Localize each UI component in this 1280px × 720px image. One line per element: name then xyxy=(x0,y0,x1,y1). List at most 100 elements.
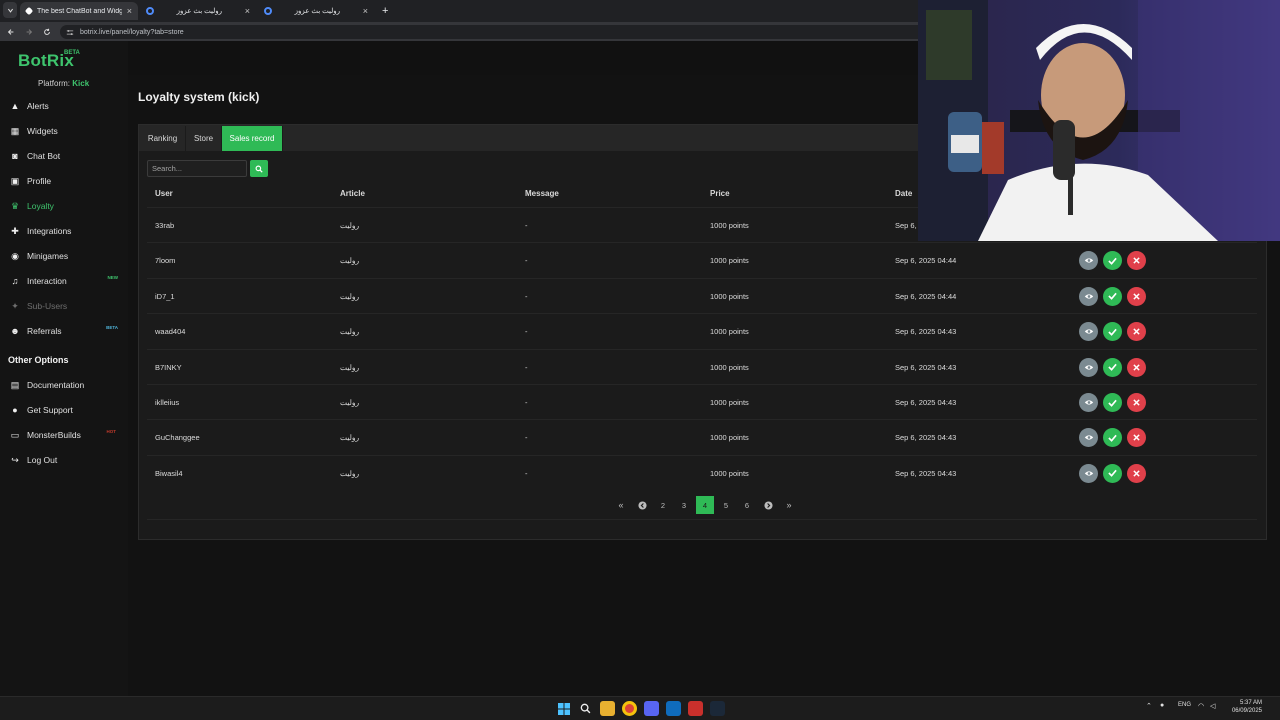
search-input[interactable] xyxy=(147,160,247,177)
sidebar-item-monsterbuilds[interactable]: ▭ MonsterBuilds HOT xyxy=(0,425,128,445)
row-actions xyxy=(1079,251,1146,271)
red-app-icon[interactable] xyxy=(688,701,703,716)
sidebar-item-label: Alerts xyxy=(27,101,49,111)
reject-button[interactable] xyxy=(1127,286,1146,306)
start-button[interactable] xyxy=(556,701,571,716)
tab-sales-record[interactable]: Sales record xyxy=(222,126,283,151)
reject-button[interactable] xyxy=(1127,428,1146,448)
column-header-date[interactable]: Date xyxy=(895,189,912,198)
page-5-button[interactable]: 5 xyxy=(717,496,735,514)
clock[interactable]: 5:37 AM 06/09/2025 xyxy=(1228,699,1262,715)
file-explorer-icon[interactable] xyxy=(600,701,615,716)
cell-article: روليت xyxy=(340,362,360,372)
view-button[interactable] xyxy=(1079,322,1098,342)
monitor-icon: ▭ xyxy=(10,429,20,440)
cell-message: - xyxy=(525,468,528,478)
logout-icon: ↪ xyxy=(11,454,19,465)
reject-button[interactable] xyxy=(1127,393,1146,412)
steam-icon[interactable] xyxy=(710,701,725,716)
browser-tab-0[interactable]: The best ChatBot and Widgets × xyxy=(20,2,138,20)
chrome-icon[interactable] xyxy=(622,701,637,716)
clock-time: 5:37 AM xyxy=(1239,700,1262,706)
back-button[interactable] xyxy=(3,22,19,41)
sidebar-item-chat-bot[interactable]: ◙ Chat Bot xyxy=(0,146,128,166)
column-header-price[interactable]: Price xyxy=(710,189,730,198)
view-button[interactable] xyxy=(1079,357,1098,377)
close-tab-icon[interactable]: × xyxy=(127,6,132,16)
last-page-button[interactable]: » xyxy=(780,496,798,514)
view-button[interactable] xyxy=(1079,393,1098,412)
cell-price: 1000 points xyxy=(710,398,749,407)
approve-button[interactable] xyxy=(1103,393,1122,412)
tab-list-button[interactable] xyxy=(3,2,17,18)
sidebar-item-get-support[interactable]: ● Get Support xyxy=(0,400,128,420)
column-header-message[interactable]: Message xyxy=(525,189,559,198)
taskbar-search-button[interactable] xyxy=(578,701,593,716)
sidebar-item-documentation[interactable]: ▤ Documentation xyxy=(0,375,128,395)
tab-store[interactable]: Store xyxy=(186,126,222,151)
cell-article: روليت xyxy=(340,327,360,337)
sidebar-item-alerts[interactable]: ▲ Alerts xyxy=(0,96,128,116)
previous-page-button[interactable] xyxy=(633,496,651,514)
forward-button[interactable] xyxy=(21,22,37,41)
approve-button[interactable] xyxy=(1103,463,1122,483)
reject-button[interactable] xyxy=(1127,322,1146,342)
approve-button[interactable] xyxy=(1103,251,1122,271)
view-button[interactable] xyxy=(1079,463,1098,483)
platform-indicator: Platform: Kick xyxy=(38,79,89,88)
sidebar-item-widgets[interactable]: ▦ Widgets xyxy=(0,121,128,141)
page-title: Loyalty system (kick) xyxy=(138,90,260,104)
table-row: GuChanggee روليت - 1000 points Sep 6, 2025 0… xyxy=(147,419,1257,454)
column-header-user[interactable]: User xyxy=(155,189,173,198)
page-2-button[interactable]: 2 xyxy=(654,496,672,514)
sidebar-item-profile[interactable]: ▣ Profile xyxy=(0,171,128,191)
wifi-icon[interactable]: ◠ xyxy=(1198,702,1204,710)
panel-divider xyxy=(147,519,1257,520)
eye-icon xyxy=(1084,258,1093,263)
cell-date: Sep 6, 2025 04:43 xyxy=(895,468,957,478)
discord-icon[interactable] xyxy=(644,701,659,716)
tab-ranking[interactable]: Ranking xyxy=(140,126,186,151)
table-row: waad404 روليت - 1000 points Sep 6, 2025 04:4… xyxy=(147,313,1257,348)
reload-button[interactable] xyxy=(39,22,55,41)
page-3-button[interactable]: 3 xyxy=(675,496,693,514)
cell-date: Sep 6, 2025 04:43 xyxy=(895,433,957,443)
microphone-icon[interactable]: ● xyxy=(1160,702,1164,709)
page-6-button[interactable]: 6 xyxy=(738,496,756,514)
users-icon: ☻ xyxy=(10,326,20,336)
sidebar-item-minigames[interactable]: ◉ Minigames xyxy=(0,246,128,266)
sidebar-item-integrations[interactable]: ✚ Integrations xyxy=(0,221,128,241)
approve-button[interactable] xyxy=(1103,357,1122,377)
reject-button[interactable] xyxy=(1127,251,1146,271)
view-button[interactable] xyxy=(1079,251,1098,271)
reject-button[interactable] xyxy=(1127,357,1146,377)
outlook-icon[interactable] xyxy=(666,701,681,716)
close-tab-icon[interactable]: × xyxy=(363,6,368,16)
reject-button[interactable] xyxy=(1127,463,1146,483)
sidebar-item-label: Interaction xyxy=(27,276,67,286)
next-page-button[interactable] xyxy=(759,496,777,514)
first-page-button[interactable]: « xyxy=(612,496,630,514)
browser-tab-1[interactable]: روليت بث عزوز × xyxy=(140,2,256,20)
volume-icon[interactable]: ◁ xyxy=(1210,702,1215,710)
pagination: « 2 3 4 5 6 » xyxy=(612,496,798,514)
view-button[interactable] xyxy=(1079,428,1098,448)
sidebar-item-log-out[interactable]: ↪ Log Out xyxy=(0,450,128,470)
approve-button[interactable] xyxy=(1103,428,1122,448)
platform-label: Platform: xyxy=(38,79,71,88)
sidebar-item-referrals[interactable]: ☻ Referrals BETA xyxy=(0,321,128,341)
search-button[interactable] xyxy=(250,160,268,177)
sidebar-item-sub-users[interactable]: ✦ Sub-Users xyxy=(0,296,128,316)
approve-button[interactable] xyxy=(1103,286,1122,306)
chevron-up-icon[interactable]: ⌃ xyxy=(1146,702,1152,710)
close-tab-icon[interactable]: × xyxy=(245,6,250,16)
sidebar-item-interaction[interactable]: ♫ Interaction NEW xyxy=(0,271,128,291)
language-indicator[interactable]: ENG xyxy=(1178,702,1191,708)
new-tab-button[interactable]: + xyxy=(376,2,394,20)
view-button[interactable] xyxy=(1079,286,1098,306)
page-4-button[interactable]: 4 xyxy=(696,496,714,514)
approve-button[interactable] xyxy=(1103,322,1122,342)
column-header-article[interactable]: Article xyxy=(340,189,365,198)
browser-tab-2[interactable]: روليت بث عزوز × xyxy=(258,2,374,20)
sidebar-item-loyalty[interactable]: ♛ Loyalty xyxy=(0,196,128,216)
